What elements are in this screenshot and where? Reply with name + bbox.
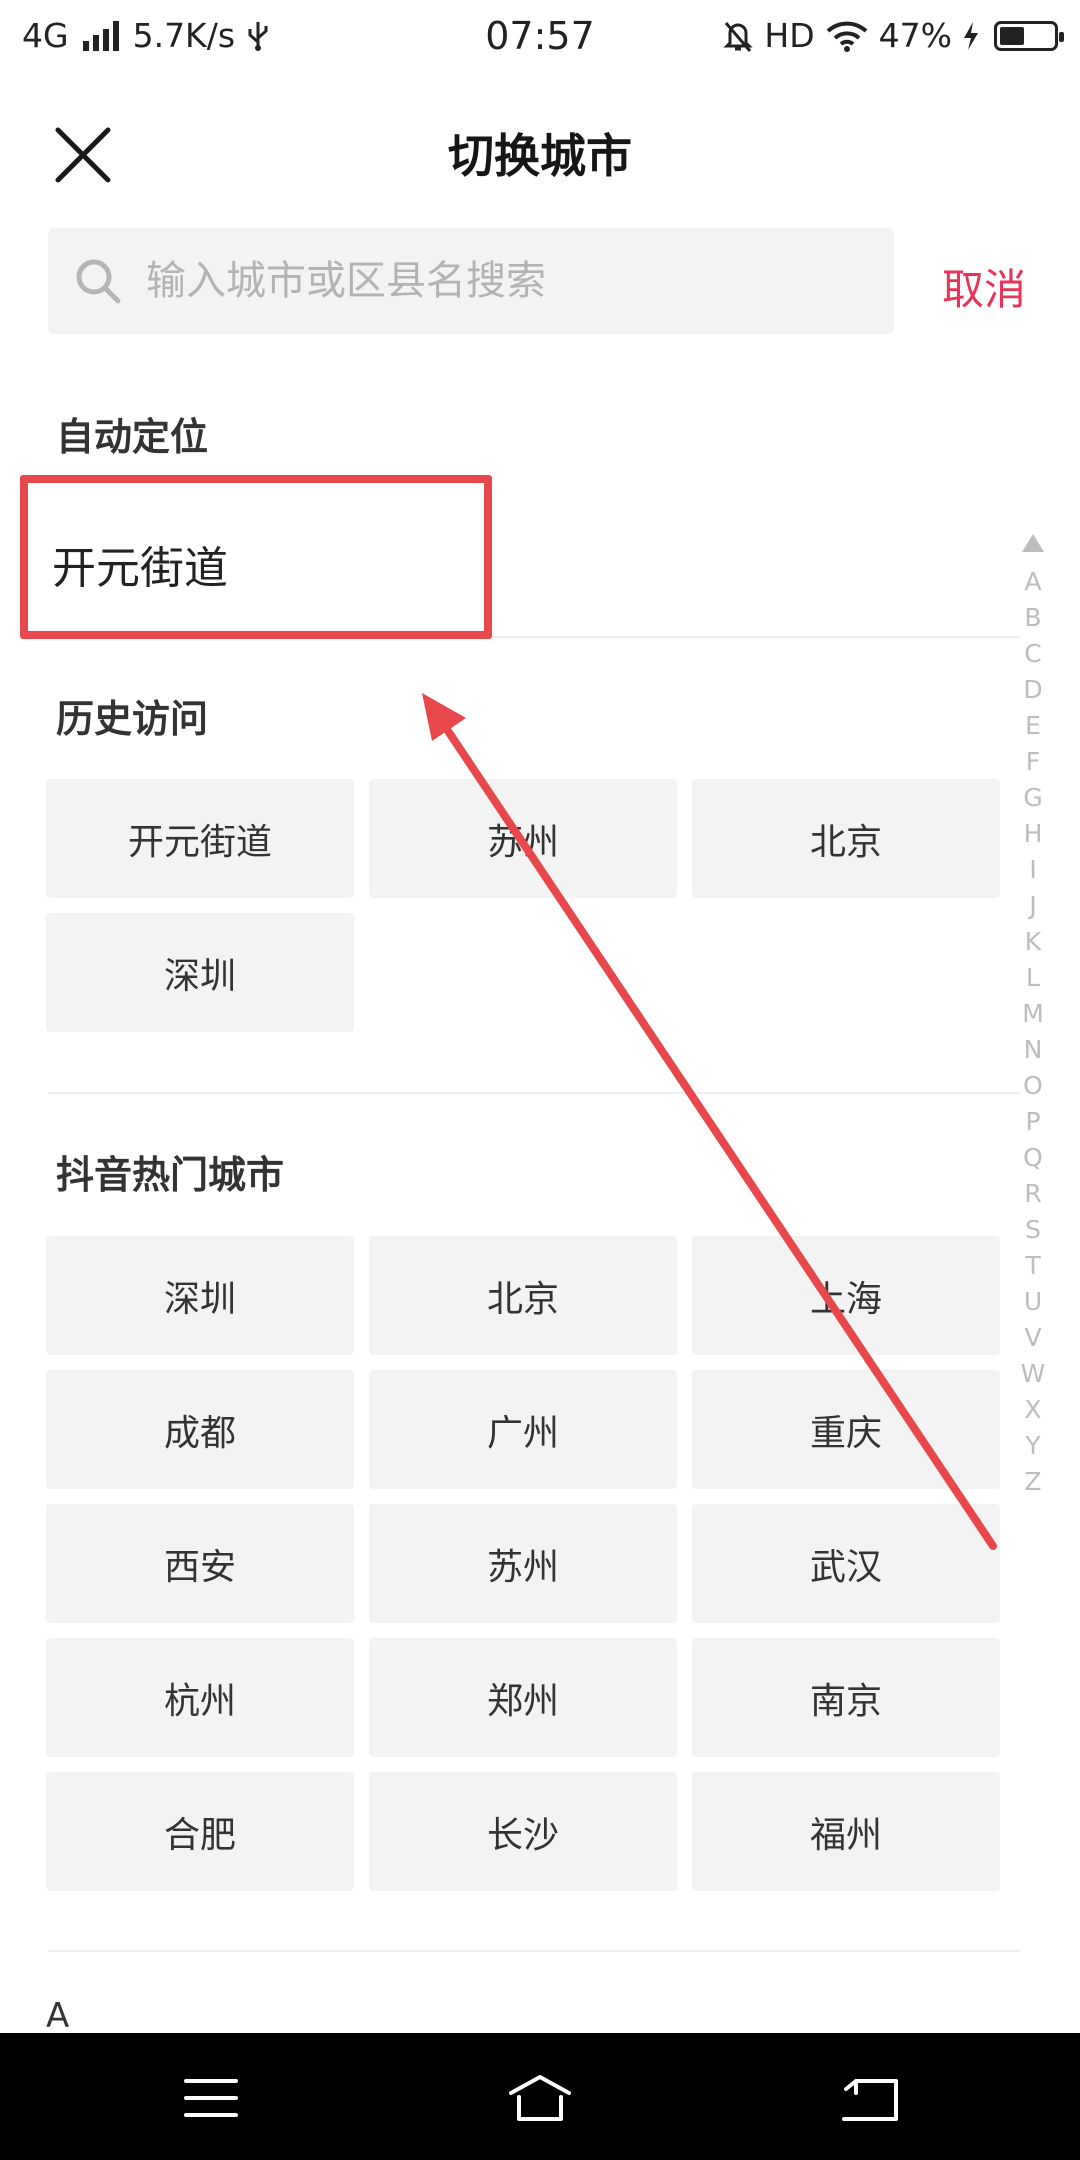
menu-icon[interactable] bbox=[176, 2063, 246, 2133]
alphabet-index[interactable]: ABCDEFGHIJKLMNOPQRSTUVWXYZ bbox=[1016, 534, 1050, 1500]
divider bbox=[48, 1092, 1020, 1094]
search-input[interactable] bbox=[146, 258, 866, 304]
list-section-header: A bbox=[46, 1996, 70, 2036]
home-icon[interactable] bbox=[505, 2063, 575, 2133]
battery-percent: 47% bbox=[878, 16, 952, 55]
index-letter[interactable]: H bbox=[1024, 816, 1043, 852]
cancel-button[interactable]: 取消 bbox=[942, 256, 1026, 317]
city-chip[interactable]: 北京 bbox=[692, 779, 1000, 898]
index-letter[interactable]: B bbox=[1024, 600, 1041, 636]
auto-location-title: 自动定位 bbox=[56, 415, 209, 459]
status-bar: 4G 5.7K/s 07:57 HD 47% bbox=[0, 0, 1080, 76]
index-letter[interactable]: U bbox=[1024, 1284, 1042, 1320]
city-chip[interactable]: 成都 bbox=[46, 1370, 354, 1489]
bell-muted-icon bbox=[723, 21, 754, 52]
system-nav-bar bbox=[0, 2033, 1080, 2160]
city-chip[interactable]: 广州 bbox=[369, 1370, 677, 1489]
city-chip[interactable]: 长沙 bbox=[369, 1772, 677, 1891]
index-letter[interactable]: Y bbox=[1025, 1428, 1040, 1464]
index-letter[interactable]: Q bbox=[1023, 1140, 1043, 1176]
index-letter[interactable]: J bbox=[1029, 888, 1036, 924]
battery-icon bbox=[994, 20, 1064, 51]
city-chip[interactable]: 苏州 bbox=[369, 779, 677, 898]
city-chip[interactable]: 苏州 bbox=[369, 1504, 677, 1623]
city-chip[interactable]: 深圳 bbox=[46, 913, 354, 1032]
index-letter[interactable]: P bbox=[1025, 1104, 1040, 1140]
index-letter[interactable]: O bbox=[1023, 1068, 1043, 1104]
index-letter[interactable]: V bbox=[1024, 1320, 1041, 1356]
city-chip[interactable]: 福州 bbox=[692, 1772, 1000, 1891]
index-letter[interactable]: M bbox=[1022, 996, 1044, 1032]
index-letter[interactable]: T bbox=[1025, 1248, 1040, 1284]
divider bbox=[48, 1950, 1020, 1952]
index-letter[interactable]: G bbox=[1023, 780, 1042, 816]
charging-icon bbox=[964, 21, 978, 50]
search-icon bbox=[76, 259, 121, 304]
index-letter[interactable]: S bbox=[1025, 1212, 1041, 1248]
annotation-highlight-box bbox=[20, 475, 492, 639]
index-letter[interactable]: A bbox=[1024, 564, 1041, 600]
page-title: 切换城市 bbox=[448, 129, 632, 183]
history-title: 历史访问 bbox=[56, 697, 209, 741]
index-letter[interactable]: X bbox=[1024, 1392, 1041, 1428]
index-letter[interactable]: C bbox=[1024, 636, 1041, 672]
wifi-icon bbox=[826, 21, 867, 52]
index-letter[interactable]: W bbox=[1021, 1356, 1046, 1392]
city-chip[interactable]: 上海 bbox=[692, 1236, 1000, 1355]
index-letter[interactable]: Z bbox=[1024, 1464, 1041, 1500]
header: 切换城市 bbox=[0, 110, 1080, 190]
index-letter[interactable]: E bbox=[1025, 708, 1041, 744]
battery-fill bbox=[1000, 26, 1024, 45]
city-chip[interactable]: 开元街道 bbox=[46, 779, 354, 898]
city-chip[interactable]: 南京 bbox=[692, 1638, 1000, 1757]
city-chip[interactable]: 西安 bbox=[46, 1504, 354, 1623]
hd-badge: HD bbox=[764, 16, 815, 55]
hot-cities-grid: 深圳 北京 上海成都 广州 重庆西安 苏州 武汉杭州 郑州 南京合肥 长沙 福州 bbox=[46, 1236, 1002, 1891]
history-grid: 开元街道 苏州 北京深圳 bbox=[46, 779, 1002, 1032]
hot-cities-title: 抖音热门城市 bbox=[56, 1153, 285, 1197]
index-letter[interactable]: I bbox=[1029, 852, 1036, 888]
back-icon[interactable] bbox=[834, 2063, 904, 2133]
status-right: HD 47% bbox=[722, 16, 1064, 55]
city-chip[interactable]: 武汉 bbox=[692, 1504, 1000, 1623]
index-letter[interactable]: N bbox=[1024, 1032, 1043, 1068]
scroll-top-icon[interactable] bbox=[1022, 534, 1044, 552]
index-letter[interactable]: L bbox=[1026, 960, 1040, 996]
index-letter[interactable]: R bbox=[1024, 1176, 1041, 1212]
search-box[interactable] bbox=[48, 228, 894, 334]
city-chip[interactable]: 郑州 bbox=[369, 1638, 677, 1757]
city-chip[interactable]: 深圳 bbox=[46, 1236, 354, 1355]
index-letter[interactable]: K bbox=[1025, 924, 1041, 960]
index-letter[interactable]: D bbox=[1023, 672, 1042, 708]
index-letter[interactable]: F bbox=[1026, 744, 1040, 780]
city-chip[interactable]: 杭州 bbox=[46, 1638, 354, 1757]
city-chip[interactable]: 合肥 bbox=[46, 1772, 354, 1891]
city-chip[interactable]: 重庆 bbox=[692, 1370, 1000, 1489]
city-chip[interactable]: 北京 bbox=[369, 1236, 677, 1355]
